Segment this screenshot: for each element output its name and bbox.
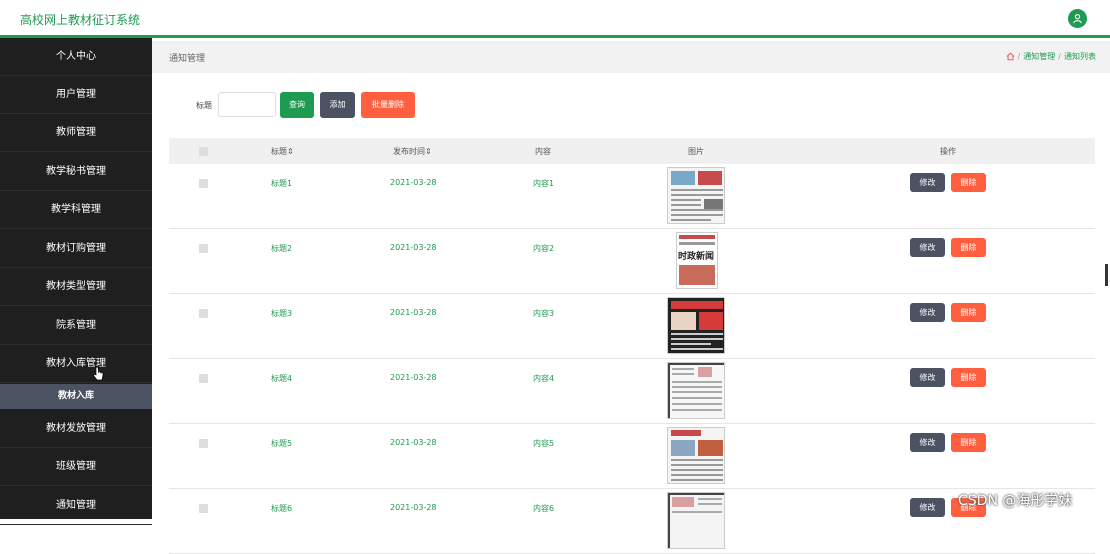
sidebar-item-textbook-stock-management[interactable]: 教材入库管理 bbox=[0, 345, 152, 383]
sidebar-item-personal-center[interactable]: 个人中心 bbox=[0, 38, 152, 76]
row-image[interactable] bbox=[667, 362, 725, 419]
delete-button[interactable]: 删除 bbox=[951, 303, 986, 322]
row-date: 2021-03-28 bbox=[390, 178, 437, 187]
sidebar-item-notice-management[interactable]: 通知管理 bbox=[0, 487, 152, 525]
user-avatar[interactable] bbox=[1068, 9, 1087, 28]
column-header-date[interactable]: 发布时间⇕ bbox=[393, 146, 432, 157]
delete-button[interactable]: 删除 bbox=[951, 433, 986, 452]
table-row: 标题2 2021-03-28 内容2 时政新闻 修改 删除 bbox=[169, 229, 1095, 294]
query-button[interactable]: 查询 bbox=[280, 92, 314, 118]
row-title: 标题6 bbox=[271, 504, 293, 513]
delete-button[interactable]: 删除 bbox=[951, 368, 986, 387]
row-title: 标题4 bbox=[271, 374, 293, 383]
row-checkbox[interactable] bbox=[199, 504, 208, 513]
row-content: 内容6 bbox=[533, 504, 555, 513]
home-icon[interactable] bbox=[1006, 52, 1015, 61]
column-header-actions: 操作 bbox=[940, 147, 956, 156]
delete-button[interactable]: 删除 bbox=[951, 238, 986, 257]
row-title: 标题3 bbox=[271, 309, 293, 318]
select-all-checkbox[interactable] bbox=[199, 147, 208, 156]
edit-button[interactable]: 修改 bbox=[910, 368, 945, 387]
user-icon bbox=[1073, 14, 1082, 24]
column-header-title[interactable]: 标题⇕ bbox=[271, 146, 294, 157]
sidebar: 个人中心 用户管理 教师管理 教学秘书管理 教学科管理 教材订购管理 教材类型管… bbox=[0, 38, 152, 525]
delete-button[interactable]: 删除 bbox=[951, 173, 986, 192]
breadcrumb: / 通知管理 / 通知列表 bbox=[1006, 51, 1096, 62]
sidebar-item-textbook-type-management[interactable]: 教材类型管理 bbox=[0, 268, 152, 306]
table-row: 标题6 2021-03-28 内容6 修改 删除 bbox=[169, 489, 1095, 554]
row-checkbox[interactable] bbox=[199, 439, 208, 448]
add-button[interactable]: 添加 bbox=[320, 92, 355, 118]
breadcrumb-bar: 通知管理 / 通知管理 / 通知列表 bbox=[152, 41, 1110, 73]
watermark: CSDN @海彤学妹 bbox=[958, 493, 1073, 509]
breadcrumb-separator: / bbox=[1058, 52, 1061, 61]
thumbnail-headline: 时政新闻 bbox=[678, 252, 715, 262]
row-image[interactable] bbox=[667, 297, 725, 354]
sidebar-item-secretary-management[interactable]: 教学秘书管理 bbox=[0, 153, 152, 191]
sidebar-item-teacher-management[interactable]: 教师管理 bbox=[0, 114, 152, 152]
row-image[interactable] bbox=[667, 167, 725, 224]
app-title: 高校网上教材征订系统 bbox=[20, 13, 141, 27]
search-title-input[interactable] bbox=[218, 92, 276, 117]
breadcrumb-item-notice-list: 通知列表 bbox=[1064, 52, 1096, 61]
row-date: 2021-03-28 bbox=[390, 243, 437, 252]
row-image[interactable] bbox=[667, 427, 725, 484]
sidebar-subitem-textbook-stock[interactable]: 教材入库 bbox=[0, 384, 152, 409]
table-row: 标题3 2021-03-28 内容3 修改 删除 bbox=[169, 294, 1095, 359]
sort-icon[interactable]: ⇕ bbox=[425, 147, 432, 156]
edit-button[interactable]: 修改 bbox=[910, 238, 945, 257]
cursor-icon bbox=[93, 366, 104, 381]
row-date: 2021-03-28 bbox=[390, 373, 437, 382]
table-header: 标题⇕ 发布时间⇕ 内容 图片 操作 bbox=[169, 138, 1095, 164]
row-date: 2021-03-28 bbox=[390, 503, 437, 512]
row-date: 2021-03-28 bbox=[390, 438, 437, 447]
row-title: 标题5 bbox=[271, 439, 293, 448]
row-content: 内容2 bbox=[533, 244, 555, 253]
top-bar: 高校网上教材征订系统 bbox=[0, 0, 1110, 38]
row-image[interactable] bbox=[667, 492, 725, 549]
scrollbar-handle[interactable] bbox=[1105, 264, 1108, 286]
row-checkbox[interactable] bbox=[199, 244, 208, 253]
main-content: 通知管理 / 通知管理 / 通知列表 标题 查询 添加 批量删除 标题⇕ 发布时… bbox=[152, 41, 1110, 554]
column-header-image: 图片 bbox=[688, 147, 704, 156]
sidebar-item-textbook-order-management[interactable]: 教材订购管理 bbox=[0, 230, 152, 268]
table-row: 标题4 2021-03-28 内容4 修改 删除 bbox=[169, 359, 1095, 424]
sidebar-item-teaching-dept-management[interactable]: 教学科管理 bbox=[0, 191, 152, 229]
sort-icon[interactable]: ⇕ bbox=[287, 147, 294, 156]
row-checkbox[interactable] bbox=[199, 374, 208, 383]
row-content: 内容3 bbox=[533, 309, 555, 318]
search-title-label: 标题 bbox=[196, 101, 212, 110]
row-content: 内容5 bbox=[533, 439, 555, 448]
row-title: 标题2 bbox=[271, 244, 293, 253]
row-date: 2021-03-28 bbox=[390, 308, 437, 317]
batch-delete-button[interactable]: 批量删除 bbox=[361, 92, 415, 118]
edit-button[interactable]: 修改 bbox=[910, 498, 945, 517]
row-title: 标题1 bbox=[271, 179, 293, 188]
column-header-content: 内容 bbox=[535, 147, 551, 156]
edit-button[interactable]: 修改 bbox=[910, 173, 945, 192]
breadcrumb-separator: / bbox=[1017, 52, 1021, 61]
table-row: 标题5 2021-03-28 内容5 修改 删除 bbox=[169, 424, 1095, 489]
sidebar-item-user-management[interactable]: 用户管理 bbox=[0, 76, 152, 114]
sidebar-item-department-management[interactable]: 院系管理 bbox=[0, 307, 152, 345]
row-content: 内容1 bbox=[533, 179, 555, 188]
sidebar-item-textbook-distribution-management[interactable]: 教材发放管理 bbox=[0, 410, 152, 448]
row-image[interactable]: 时政新闻 bbox=[676, 232, 718, 289]
edit-button[interactable]: 修改 bbox=[910, 433, 945, 452]
row-checkbox[interactable] bbox=[199, 179, 208, 188]
table-row: 标题1 2021-03-28 内容1 修改 删除 bbox=[169, 164, 1095, 229]
row-checkbox[interactable] bbox=[199, 309, 208, 318]
edit-button[interactable]: 修改 bbox=[910, 303, 945, 322]
breadcrumb-item-notice-management[interactable]: 通知管理 bbox=[1023, 51, 1055, 62]
sidebar-item-class-management[interactable]: 班级管理 bbox=[0, 448, 152, 486]
page-title: 通知管理 bbox=[169, 54, 206, 64]
row-content: 内容4 bbox=[533, 374, 555, 383]
